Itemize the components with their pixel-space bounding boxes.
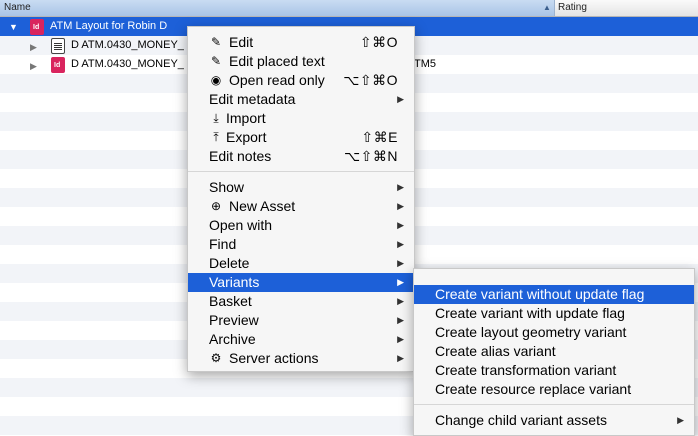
menu-item-label: Edit placed text	[229, 53, 325, 69]
menu-item-label: Open read only	[229, 72, 325, 88]
shortcut-label: ⌥⇧⌘O	[343, 72, 398, 88]
menu-item-open-with[interactable]: Open with ▶	[188, 216, 414, 235]
export-icon: ⤒	[213, 130, 219, 144]
menu-item-label: Archive	[209, 331, 256, 347]
menu-item-label: Preview	[209, 312, 259, 328]
tree-item-child[interactable]: D ATM.0430_MONEY_	[71, 55, 184, 74]
menu-item-variants[interactable]: Variants ▶	[188, 273, 414, 292]
variants-submenu: Create variant without update flag Creat…	[413, 268, 695, 436]
submenu-arrow-icon: ▶	[397, 334, 404, 344]
menu-item-label: Show	[209, 179, 245, 195]
sort-ascending-icon[interactable]: ▲	[543, 3, 553, 13]
menu-item-label: Server actions	[229, 350, 319, 366]
menu-item-label: Basket	[209, 293, 252, 309]
menu-item-label: Delete	[209, 255, 250, 271]
submenu-arrow-icon: ▶	[677, 415, 684, 425]
menu-item-label: Open with	[209, 217, 273, 233]
submenu-arrow-icon: ▶	[397, 239, 404, 249]
submenu-arrow-icon: ▶	[397, 258, 404, 268]
menu-item-label: New Asset	[229, 198, 296, 214]
tree-item-child[interactable]: D ATM.0430_MONEY_	[71, 36, 184, 55]
menu-item-export[interactable]: ⤒ Export ⇧⌘E	[188, 128, 414, 147]
menu-item-find[interactable]: Find ▶	[188, 235, 414, 254]
menu-item-delete[interactable]: Delete ▶	[188, 254, 414, 273]
eye-icon: ◉	[210, 73, 222, 87]
context-menu: ✎ Edit ⇧⌘O ✎ Edit placed text ◉ Open rea…	[187, 26, 415, 372]
menu-item-import[interactable]: ⤓ Import	[188, 109, 414, 128]
menu-item-label: Create transformation variant	[435, 362, 617, 378]
menu-item-edit[interactable]: ✎ Edit ⇧⌘O	[188, 33, 414, 52]
submenu-item-variant-with-update[interactable]: Create variant with update flag	[414, 304, 694, 323]
submenu-item-transformation[interactable]: Create transformation variant	[414, 361, 694, 380]
menu-item-label: Variants	[209, 274, 260, 290]
menu-item-open-read-only[interactable]: ◉ Open read only ⌥⇧⌘O	[188, 71, 414, 90]
tree-item-trailing-text: TM5	[414, 58, 436, 70]
menu-item-new-asset[interactable]: ⊕ New Asset ▶	[188, 197, 414, 216]
submenu-arrow-icon: ▶	[397, 201, 404, 211]
menu-item-preview[interactable]: Preview ▶	[188, 311, 414, 330]
submenu-item-layout-geometry[interactable]: Create layout geometry variant	[414, 323, 694, 342]
indesign-file-icon	[30, 19, 44, 35]
menu-item-edit-placed-text[interactable]: ✎ Edit placed text	[188, 52, 414, 71]
disclosure-collapsed-icon[interactable]: ▶	[30, 61, 40, 71]
shortcut-label: ⌥⇧⌘N	[344, 148, 398, 164]
menu-item-label: Create alias variant	[435, 343, 556, 359]
import-icon: ⤓	[213, 111, 219, 125]
menu-item-label: Find	[209, 236, 237, 252]
submenu-arrow-icon: ▶	[397, 94, 404, 104]
text-document-icon	[51, 38, 65, 54]
gear-icon: ⚙	[210, 351, 222, 365]
menu-item-server-actions[interactable]: ⚙ Server actions ▶	[188, 349, 414, 368]
menu-item-label: Edit	[229, 34, 254, 50]
disclosure-collapsed-icon[interactable]: ▶	[30, 42, 40, 52]
menu-item-label: Change child variant assets	[435, 412, 607, 428]
disclosure-expanded-icon[interactable]: ▼	[9, 22, 19, 32]
menu-item-archive[interactable]: Archive ▶	[188, 330, 414, 349]
menu-item-edit-notes[interactable]: Edit notes ⌥⇧⌘N	[188, 147, 414, 166]
rating-column-header[interactable]: Rating	[556, 0, 698, 16]
indesign-file-icon	[51, 57, 65, 73]
submenu-item-alias[interactable]: Create alias variant	[414, 342, 694, 361]
pencil-icon: ✎	[210, 35, 222, 49]
submenu-arrow-icon: ▶	[397, 296, 404, 306]
menu-item-label: Edit notes	[209, 148, 272, 164]
shortcut-label: ⇧⌘O	[359, 34, 398, 50]
menu-item-label: Create variant with update flag	[435, 305, 625, 321]
menu-item-show[interactable]: Show ▶	[188, 178, 414, 197]
menu-separator	[188, 171, 414, 172]
menu-item-label: Import	[226, 110, 266, 126]
submenu-arrow-icon: ▶	[397, 277, 404, 287]
menu-item-label: Export	[226, 129, 267, 145]
name-column-header[interactable]: Name	[0, 0, 555, 16]
menu-separator	[414, 404, 694, 405]
submenu-item-resource-replace[interactable]: Create resource replace variant	[414, 380, 694, 399]
pencil-icon: ✎	[210, 54, 222, 68]
submenu-arrow-icon: ▶	[397, 315, 404, 325]
menu-item-edit-metadata[interactable]: Edit metadata ▶	[188, 90, 414, 109]
menu-item-label: Create resource replace variant	[435, 381, 632, 397]
menu-item-label: Edit metadata	[209, 91, 296, 107]
menu-item-basket[interactable]: Basket ▶	[188, 292, 414, 311]
submenu-arrow-icon: ▶	[397, 220, 404, 230]
plus-circle-icon: ⊕	[210, 199, 222, 213]
submenu-arrow-icon: ▶	[397, 353, 404, 363]
menu-item-label: Create variant without update flag	[435, 286, 645, 302]
submenu-item-change-child-variants[interactable]: Change child variant assets ▶	[414, 411, 694, 430]
shortcut-label: ⇧⌘E	[361, 129, 398, 145]
tree-item-root[interactable]: ATM Layout for Robin D	[50, 17, 167, 36]
submenu-item-variant-without-update[interactable]: Create variant without update flag	[414, 285, 694, 304]
menu-item-label: Create layout geometry variant	[435, 324, 627, 340]
column-header: Name ▲ Rating	[0, 0, 698, 17]
submenu-arrow-icon: ▶	[397, 182, 404, 192]
